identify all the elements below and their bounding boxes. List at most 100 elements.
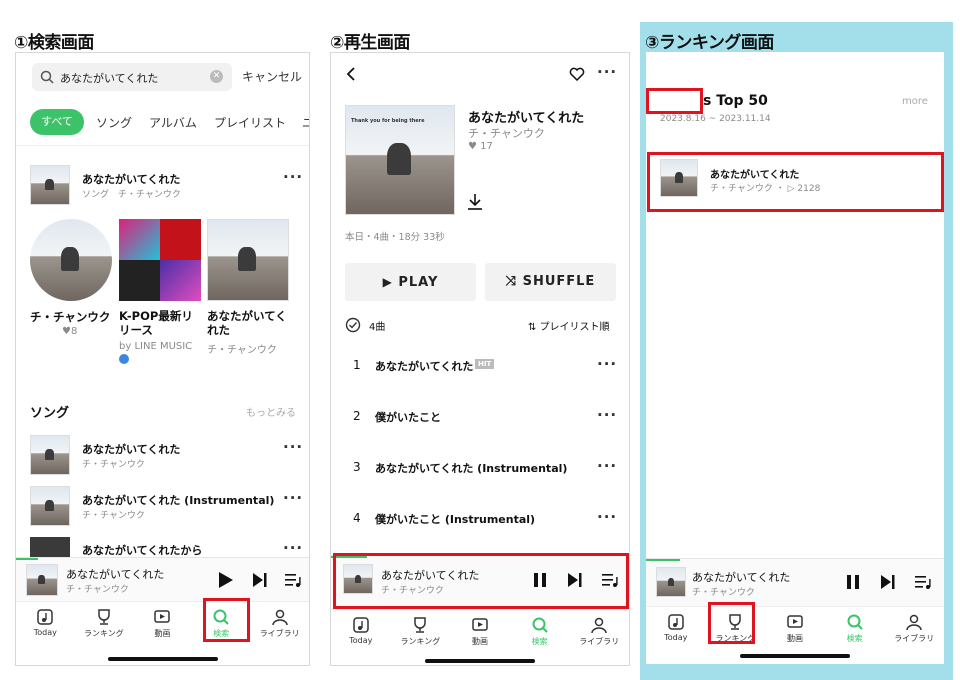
chip-user[interactable]: ユ xyxy=(302,114,309,131)
shuffle-button[interactable]: ⤨ SHUFFLE xyxy=(485,263,616,301)
more-options-icon[interactable]: ··· xyxy=(597,508,617,526)
queue-icon[interactable] xyxy=(284,572,302,588)
clear-icon[interactable]: ✕ xyxy=(210,70,223,83)
more-options-icon[interactable]: ··· xyxy=(597,355,617,373)
track-title[interactable]: あなたがいてくれた xyxy=(375,358,473,374)
queue-icon[interactable] xyxy=(914,574,932,590)
tab-label: 検索 xyxy=(531,637,548,646)
album-artist[interactable]: チ・チャンウク xyxy=(468,125,545,141)
sort-order-button[interactable]: ⇅ プレイリスト順 xyxy=(528,318,610,333)
track-title[interactable]: あなたがいてくれた (Instrumental) xyxy=(375,460,567,476)
search-screen-title: ①検索画面 xyxy=(14,33,94,53)
music-home-icon xyxy=(353,617,369,633)
trophy-icon xyxy=(98,609,110,625)
video-icon xyxy=(154,610,171,623)
song-artist: チ・チャンウク xyxy=(82,460,145,470)
tab-today[interactable]: Today xyxy=(646,607,706,659)
tab-bar: Today ランキング 動画 検索 ライブラリ xyxy=(646,606,944,658)
tab-video[interactable]: 動画 xyxy=(765,607,825,659)
play-icon[interactable] xyxy=(218,571,234,589)
tab-label: ランキング xyxy=(84,629,124,638)
playlist-card-title[interactable]: K-POP最新リリース xyxy=(119,309,203,337)
download-icon[interactable] xyxy=(467,193,483,211)
tab-label: ライブラリ xyxy=(894,634,935,643)
tab-library[interactable]: ライブラリ xyxy=(884,607,944,659)
play-icon: ▶ xyxy=(382,275,393,289)
chip-album[interactable]: アルバム xyxy=(149,114,197,131)
tab-video[interactable]: 動画 xyxy=(133,602,192,654)
more-options-icon[interactable]: ··· xyxy=(283,438,303,456)
tab-library[interactable]: ライブラリ xyxy=(250,602,309,654)
more-options-icon[interactable]: ··· xyxy=(597,63,617,81)
chip-playlist[interactable]: プレイリスト xyxy=(214,114,286,131)
tab-label: 検索 xyxy=(846,634,863,643)
artist-card-image[interactable] xyxy=(30,219,112,301)
chip-song[interactable]: ソング xyxy=(96,114,132,131)
ranking-tab-highlight xyxy=(708,602,755,644)
ranking-more-link[interactable]: more xyxy=(902,96,928,107)
artist-card-likes: ♥8 xyxy=(62,326,78,337)
tab-library[interactable]: ライブラリ xyxy=(569,610,629,662)
album-card-image[interactable] xyxy=(207,219,289,301)
track-number: 4 xyxy=(353,511,361,525)
top-result-subtitle: ソング チ・チャンウク xyxy=(82,190,181,200)
video-icon xyxy=(472,618,488,631)
tab-today[interactable]: Today xyxy=(16,602,75,654)
cancel-button[interactable]: キャンセル xyxy=(242,68,302,85)
heart-icon[interactable] xyxy=(569,67,585,81)
track-number: 3 xyxy=(353,460,361,474)
next-icon[interactable] xyxy=(252,572,268,588)
check-circle-icon[interactable] xyxy=(345,317,361,333)
tab-search[interactable]: 検索 xyxy=(510,610,570,662)
song-title[interactable]: あなたがいてくれたから xyxy=(82,542,202,558)
music-home-icon xyxy=(668,614,684,630)
music-home-icon xyxy=(37,609,54,625)
next-icon[interactable] xyxy=(880,574,896,590)
tab-today[interactable]: Today xyxy=(331,610,391,662)
song-artwork[interactable] xyxy=(30,435,70,475)
more-options-icon[interactable]: ··· xyxy=(283,539,303,557)
album-card-artist: チ・チャンウク xyxy=(207,345,277,356)
song-title[interactable]: あなたがいてくれた (Instrumental) xyxy=(82,492,274,508)
search-icon xyxy=(847,614,863,630)
more-options-icon[interactable]: ··· xyxy=(597,457,617,475)
playlist-card-curator: by LINE MUSIC xyxy=(119,341,193,352)
likes-count: 17 xyxy=(480,141,493,152)
song-artwork[interactable] xyxy=(30,537,70,557)
more-options-icon[interactable]: ··· xyxy=(597,406,617,424)
home-indicator xyxy=(107,657,218,661)
tab-label: 動画 xyxy=(786,634,803,643)
person-icon xyxy=(591,617,607,634)
top-result-artwork[interactable] xyxy=(30,165,70,205)
album-card-title[interactable]: あなたがいてくれた xyxy=(207,309,291,337)
tab-label: Today xyxy=(33,628,57,637)
tab-search[interactable]: 検索 xyxy=(825,607,885,659)
pause-icon[interactable] xyxy=(846,574,860,590)
ranking-dates: 2023.8.16 ~ 2023.11.14 xyxy=(660,114,771,124)
track-title[interactable]: 僕がいたこと (Instrumental) xyxy=(375,511,535,527)
album-likes: ♥ 17 xyxy=(468,141,493,152)
playlist-card-image[interactable] xyxy=(119,219,201,301)
search-input[interactable]: あなたがいてくれた ✕ xyxy=(32,63,232,91)
ranking-title: s Top 50 xyxy=(703,93,768,109)
see-more-link[interactable]: もっとみる xyxy=(246,404,296,419)
song-artwork[interactable] xyxy=(30,486,70,526)
artist-card-title[interactable]: チ・チャンウク xyxy=(30,309,110,325)
back-icon[interactable] xyxy=(345,67,357,81)
redacted-title-highlight xyxy=(646,88,703,114)
tab-label: Today xyxy=(664,633,688,642)
mini-player[interactable]: あなたがいてくれた チ・チャンウク xyxy=(16,557,309,601)
track-title[interactable]: 僕がいたこと xyxy=(375,409,441,425)
more-options-icon[interactable]: ··· xyxy=(283,489,303,507)
tab-ranking[interactable]: ランキング xyxy=(391,610,451,662)
chip-all[interactable]: すべて xyxy=(30,109,84,135)
search-icon xyxy=(40,70,54,84)
play-button[interactable]: ▶ PLAY xyxy=(345,263,476,301)
song-title[interactable]: あなたがいてくれた xyxy=(82,441,180,457)
top-result-title[interactable]: あなたがいてくれた xyxy=(82,171,180,187)
tab-ranking[interactable]: ランキング xyxy=(75,602,134,654)
tab-video[interactable]: 動画 xyxy=(450,610,510,662)
more-options-icon[interactable]: ··· xyxy=(283,168,303,186)
sort-order-label: プレイリスト順 xyxy=(539,322,610,333)
mini-player[interactable]: あなたがいてくれた チ・チャンウク xyxy=(646,558,944,606)
